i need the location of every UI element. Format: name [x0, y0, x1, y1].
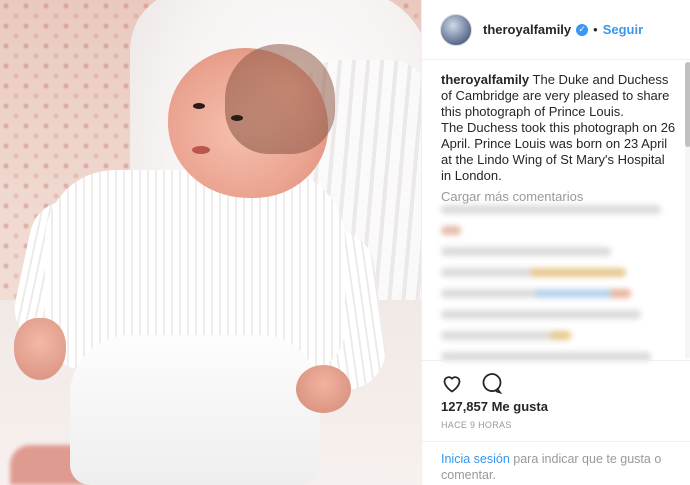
post-side-panel: theroyalfamily ✓ • Seguir theroyalfamily…: [421, 0, 690, 485]
post-actions: 127,857 Me gusta HACE 9 HORAS Inicia ses…: [422, 360, 690, 484]
load-more-comments-button[interactable]: Cargar más comentarios: [441, 189, 677, 205]
blurred-comment: [441, 268, 626, 277]
baby-left-eye: [193, 103, 205, 109]
comment-bubble-icon[interactable]: [480, 371, 504, 395]
action-icons: [440, 371, 504, 395]
comments-scrollbar[interactable]: [685, 62, 690, 358]
baby-legs: [70, 335, 320, 485]
blurred-comments: [441, 205, 671, 365]
blurred-comment: [441, 289, 631, 298]
baby-right-eye: [231, 115, 243, 121]
blurred-comment: [441, 310, 641, 319]
blurred-comment: [441, 331, 571, 340]
blurred-comment: [441, 226, 461, 235]
comments-section: theroyalfamily The Duke and Duchess of C…: [441, 72, 677, 205]
follow-button[interactable]: Seguir: [603, 22, 643, 37]
caption-text-2: The Duchess took this photograph on 26 A…: [441, 120, 676, 183]
blurred-comment: [441, 205, 661, 214]
baby-right-hand: [296, 365, 351, 413]
post-header: theroyalfamily ✓ • Seguir: [422, 0, 690, 60]
post-photo[interactable]: [0, 0, 421, 485]
header-username[interactable]: theroyalfamily: [483, 22, 571, 37]
baby-hair: [225, 44, 335, 154]
separator-dot: •: [593, 22, 598, 37]
login-link[interactable]: Inicia sesión: [441, 452, 510, 466]
login-prompt: Inicia sesión para indicar que te gusta …: [422, 441, 690, 485]
post-timestamp: HACE 9 HORAS: [441, 420, 512, 430]
baby-mouth: [192, 146, 210, 154]
scrollbar-thumb[interactable]: [685, 62, 690, 147]
heart-outline-icon[interactable]: [440, 371, 464, 395]
baby-left-hand: [14, 318, 66, 380]
blurred-comment: [441, 247, 611, 256]
verified-check-icon: ✓: [576, 23, 589, 36]
caption: theroyalfamily The Duke and Duchess of C…: [441, 72, 677, 184]
caption-username[interactable]: theroyalfamily: [441, 72, 529, 87]
likes-count[interactable]: 127,857 Me gusta: [441, 399, 548, 414]
avatar[interactable]: [440, 13, 472, 46]
